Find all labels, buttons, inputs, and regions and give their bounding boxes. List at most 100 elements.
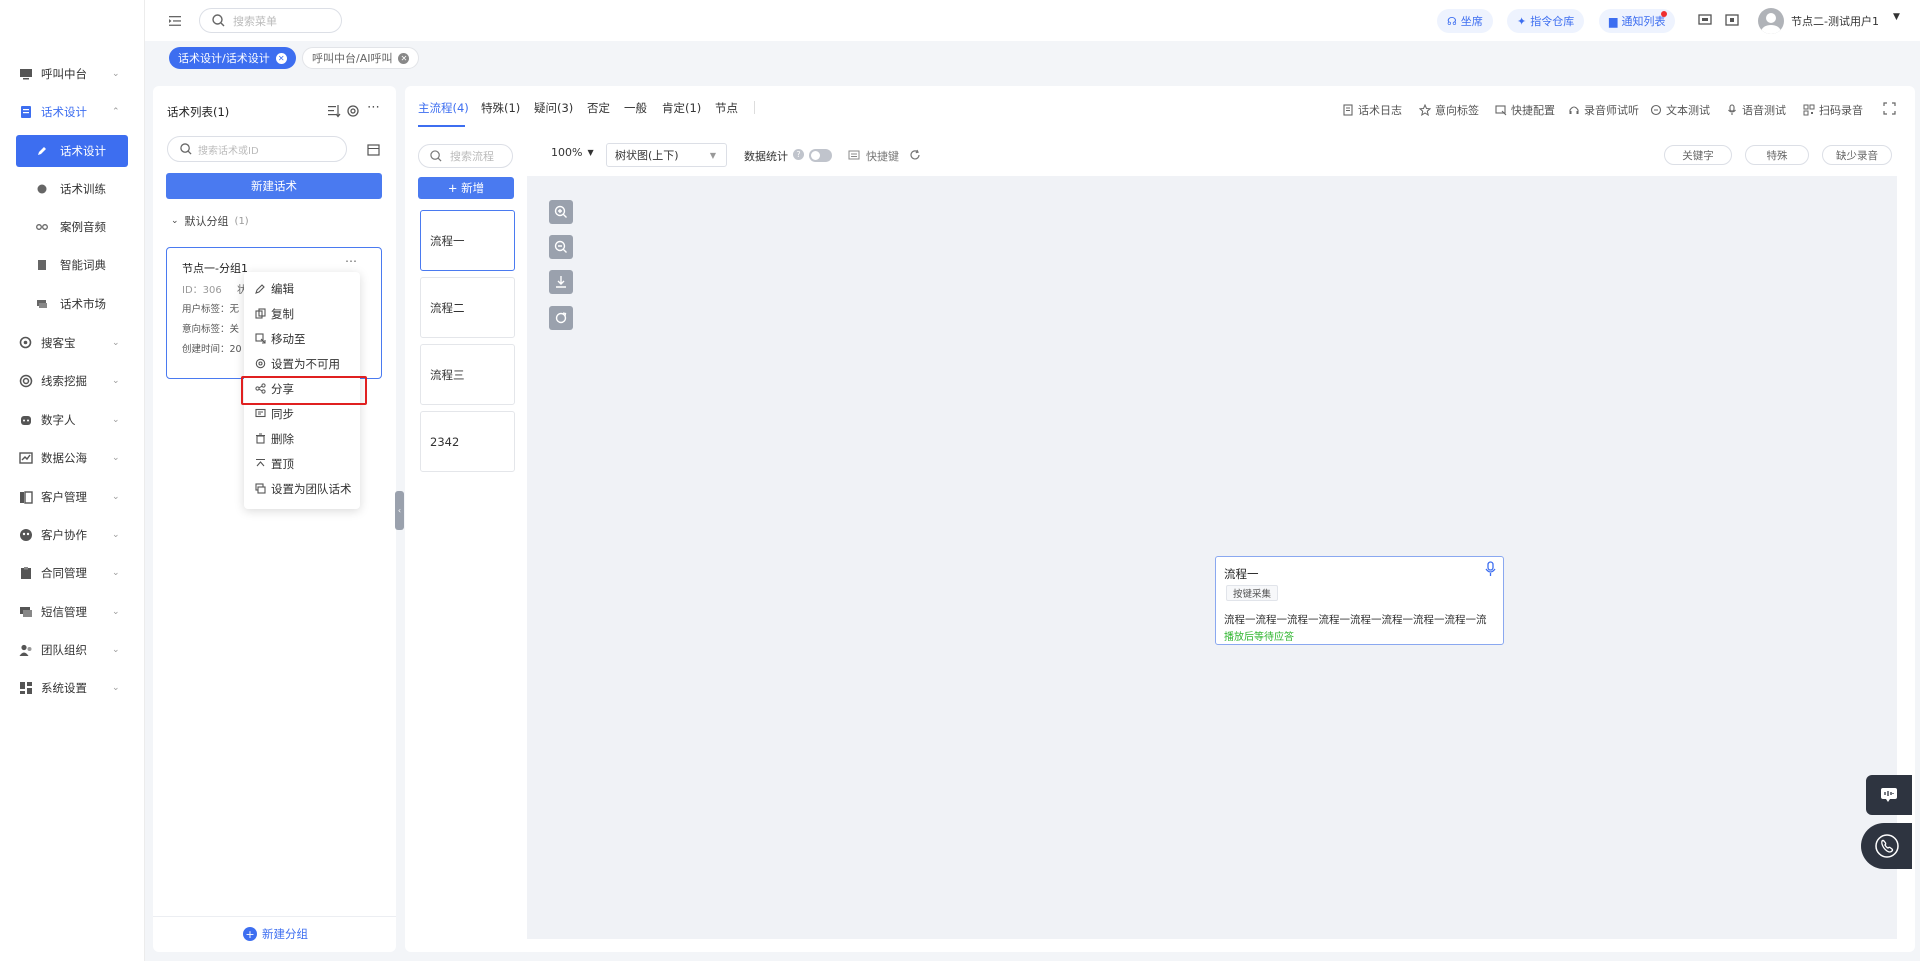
flow-search-input[interactable]: 搜索流程 [418,144,513,168]
caret-down-icon[interactable]: ▼ [1893,12,1900,22]
menu-item-pin-top[interactable]: 置顶 [244,451,360,476]
sidebar-subitem-smart-dictionary[interactable]: 智能词典 [16,249,128,281]
keyword-filter-button[interactable]: 关键字 [1664,145,1732,165]
tool-label: 扫码录音 [1819,104,1863,117]
special-filter-button[interactable]: 特殊 [1745,145,1809,165]
more-icon[interactable]: ⋯ [367,100,380,115]
calendar-icon[interactable] [367,143,380,156]
sidebar-subitem-script-design[interactable]: 话术设计 [16,135,128,167]
help-icon[interactable]: ? [793,149,804,160]
fullscreen-icon[interactable] [1883,102,1896,115]
menu-fold-icon[interactable] [168,14,182,28]
sidebar-item-customer-collab[interactable]: 客户协作 ⌄ [0,516,145,554]
subtab-node[interactable]: 节点 [715,100,738,116]
subtab-main-flow[interactable]: 主流程(4) [418,100,469,116]
sidebar-subitem-case-audio[interactable]: 案例音频 [16,211,128,243]
tool-quick-config[interactable]: 快捷配置 [1495,102,1555,118]
flow-card[interactable]: 流程二 [420,277,515,338]
screen-icon[interactable] [1698,13,1712,27]
menu-item-share[interactable]: 分享 [244,376,360,401]
add-flow-button[interactable]: + 新增 [418,177,514,199]
sidebar-item-search-treasure[interactable]: 搜客宝 ⌄ [0,324,145,362]
user-name[interactable]: 节点二-测试用户1 [1791,13,1879,29]
shortcut-label[interactable]: 快捷键 [866,148,899,164]
pill-label: 关键字 [1682,149,1714,162]
sidebar-item-data-pool[interactable]: 数据公海 ⌄ [0,439,145,477]
sidebar-item-contract-management[interactable]: 合同管理 ⌄ [0,554,145,592]
monitor-icon [20,69,32,80]
new-group-label: 新建分组 [262,927,308,941]
layout-select[interactable]: 树状图(上下) ▼ [606,143,727,167]
subtab-question[interactable]: 疑问(3) [534,100,573,116]
sidebar-item-digital-human[interactable]: 数字人 ⌄ [0,401,145,439]
sidebar-item-team-org[interactable]: 团队组织 ⌄ [0,631,145,669]
node-title: 流程一 [1224,567,1259,581]
tool-text-test[interactable]: 文本测试 [1650,102,1710,118]
subtab-negative[interactable]: 否定 [587,100,610,116]
sidebar-item-lead-mining[interactable]: 线索挖掘 ⌄ [0,362,145,400]
created-value: 20 [229,344,242,355]
subtab-positive[interactable]: 肯定(1) [662,100,701,116]
flow-card[interactable]: 流程三 [420,344,515,405]
close-icon[interactable]: ✕ [275,52,287,64]
menu-item-move[interactable]: 移动至 [244,326,360,351]
new-group-button[interactable]: + 新建分组 [243,926,308,942]
card-more-icon[interactable]: ⋯ [345,254,357,268]
tool-script-log[interactable]: 话术日志 [1342,102,1402,118]
tab-script-design[interactable]: 话术设计/话术设计 ✕ [169,47,296,69]
missing-recording-button[interactable]: 缺少录音 [1822,145,1892,165]
sidebar-subitem-script-training[interactable]: 话术训练 [16,173,128,205]
sidebar-item-call-center[interactable]: 呼叫中台 ⌄ [0,55,145,93]
refresh-icon[interactable] [909,149,921,161]
flow-card[interactable]: 2342 [420,411,515,472]
settings-icon[interactable] [346,104,360,118]
close-icon[interactable]: ✕ [398,52,410,64]
script-search-input[interactable]: 搜索话术或ID [167,136,347,162]
log-icon [1343,104,1353,116]
tool-voice-test[interactable]: 语音测试 [1726,102,1786,118]
flow-node[interactable]: 流程一 按键采集 流程一流程一流程一流程一流程一流程一流程一流程一流 播放后等待… [1215,556,1504,645]
sidebar-item-customer-management[interactable]: 客户管理 ⌄ [0,478,145,516]
floating-chat-button[interactable] [1866,775,1912,815]
sort-icon[interactable] [327,104,341,118]
zoom-select[interactable]: 100% ▼ [551,146,594,159]
menu-item-sync[interactable]: 同步 [244,401,360,426]
menu-search-input[interactable]: 搜索菜单 [199,8,342,33]
tool-scan-record[interactable]: 扫码录音 [1803,102,1863,118]
sidebar-item-system-settings[interactable]: 系统设置 ⌄ [0,669,145,707]
notification-list-button[interactable]: ▆ 通知列表 [1599,9,1676,33]
menu-item-copy[interactable]: 复制 [244,301,360,326]
flow-card[interactable]: 流程一 [420,210,515,271]
group-header[interactable]: ⌄ 默认分组 (1) [171,213,249,229]
data-stats-toggle[interactable] [809,149,832,162]
layout-select-value: 树状图(上下) [615,149,679,162]
sidebar-item-sms-management[interactable]: 短信管理 ⌄ [0,593,145,631]
menu-item-delete[interactable]: 删除 [244,426,360,451]
sidebar-subitem-script-market[interactable]: 话术市场 [16,288,128,320]
subtab-general[interactable]: 一般 [624,100,647,116]
target-icon [19,374,33,388]
collapse-handle[interactable]: ‹ [395,491,404,530]
tool-intent-tag[interactable]: 意向标签 [1419,102,1479,118]
sidebar-item-script-design[interactable]: 话术设计 ⌃ [0,93,145,131]
zoom-in-button[interactable] [549,200,573,224]
tool-recorder-listen[interactable]: 录音师试听 [1568,102,1639,118]
lock-screen-icon[interactable] [1725,13,1739,27]
avatar[interactable] [1758,8,1784,34]
subtab-special[interactable]: 特殊(1) [481,100,520,116]
command-warehouse-button[interactable]: ✦ 指令仓库 [1507,9,1585,33]
new-script-button[interactable]: 新建话术 [166,173,382,199]
zoom-out-button[interactable] [549,235,573,259]
download-button[interactable] [549,270,573,294]
menu-item-edit[interactable]: 编辑 [244,276,360,301]
tab-ai-call[interactable]: 呼叫中台/AI呼叫 ✕ [302,47,420,69]
microphone-icon [1728,104,1736,115]
microphone-icon[interactable] [1484,561,1497,577]
floating-phone-button[interactable] [1861,823,1912,869]
menu-item-set-unavailable[interactable]: 设置为不可用 [244,351,360,376]
menu-item-set-team-script[interactable]: 设置为团队话术 [244,476,360,501]
reset-button[interactable] [549,306,573,330]
agent-button[interactable]: ☊ 坐席 [1437,9,1493,33]
agent-button-label: 坐席 [1460,15,1483,28]
flow-canvas[interactable] [527,176,1897,939]
